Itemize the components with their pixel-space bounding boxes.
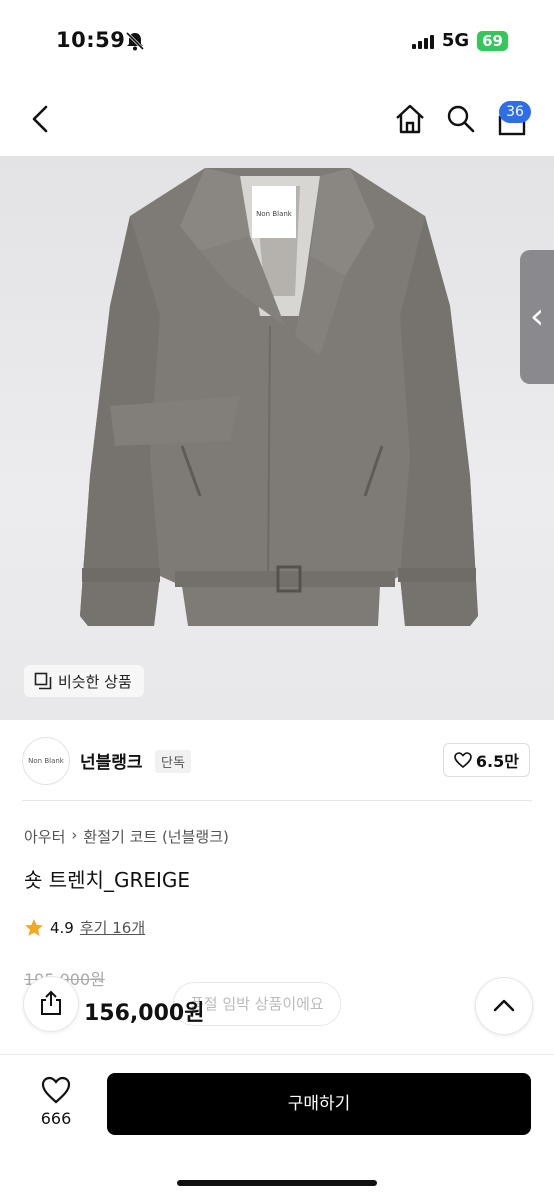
breadcrumb: 아우터 › 환절기 코트 (넌블랭크) — [24, 826, 229, 847]
similar-products-button[interactable]: 비슷한 상품 — [24, 665, 144, 697]
cart-count-badge: 36 — [499, 101, 531, 123]
search-icon[interactable] — [446, 104, 476, 134]
buy-button[interactable]: 구매하기 — [107, 1073, 531, 1135]
signal-icon — [411, 33, 434, 49]
chevron-right-icon: › — [71, 826, 78, 844]
wishlist-heart-icon[interactable] — [41, 1076, 71, 1104]
status-time: 10:59 — [56, 28, 126, 52]
breadcrumb-item-coat[interactable]: 환절기 코트 (넌블랭크) — [83, 826, 228, 847]
heart-outline-icon — [454, 752, 472, 768]
mute-bell-icon — [125, 31, 145, 51]
section-divider — [22, 800, 532, 801]
wishlist-count: 666 — [40, 1109, 72, 1128]
chevron-up-icon — [493, 999, 515, 1012]
review-link[interactable]: 후기 16개 — [80, 917, 145, 938]
home-indicator — [177, 1180, 377, 1186]
network-type: 5G — [441, 30, 470, 51]
rating-value: 4.9 — [50, 918, 74, 937]
brand-like-button[interactable]: 6.5만 — [442, 743, 530, 777]
product-image[interactable]: Non Blank — [0, 156, 554, 720]
status-indicators: 5G 69 — [411, 30, 508, 51]
exclusive-badge: 단독 — [155, 750, 191, 773]
star-icon — [25, 918, 43, 936]
breadcrumb-item-outer[interactable]: 아우터 — [24, 826, 65, 847]
brand-logo[interactable]: Non Blank — [22, 737, 70, 785]
brand-name[interactable]: 넌블랭크 — [80, 748, 143, 773]
image-side-scroll-handle[interactable]: ‹ — [520, 250, 554, 384]
home-icon[interactable] — [394, 103, 426, 135]
share-icon — [41, 990, 61, 1015]
product-title: 숏 트렌치_GREIGE — [24, 868, 191, 892]
jacket-illustration: Non Blank — [80, 168, 478, 626]
brand-like-count: 6.5만 — [475, 752, 519, 771]
copy-icon — [34, 672, 52, 690]
rating-row: 4.9 후기 16개 — [24, 917, 145, 938]
battery-indicator: 69 — [477, 30, 508, 51]
share-button[interactable] — [23, 976, 79, 1032]
back-arrow-icon[interactable] — [28, 104, 52, 134]
scroll-to-top-button[interactable] — [475, 977, 533, 1035]
sale-price: 156,000원 — [84, 1001, 205, 1026]
similar-products-label: 비슷한 상품 — [58, 672, 132, 691]
neck-label-text: Non Blank — [256, 210, 293, 218]
